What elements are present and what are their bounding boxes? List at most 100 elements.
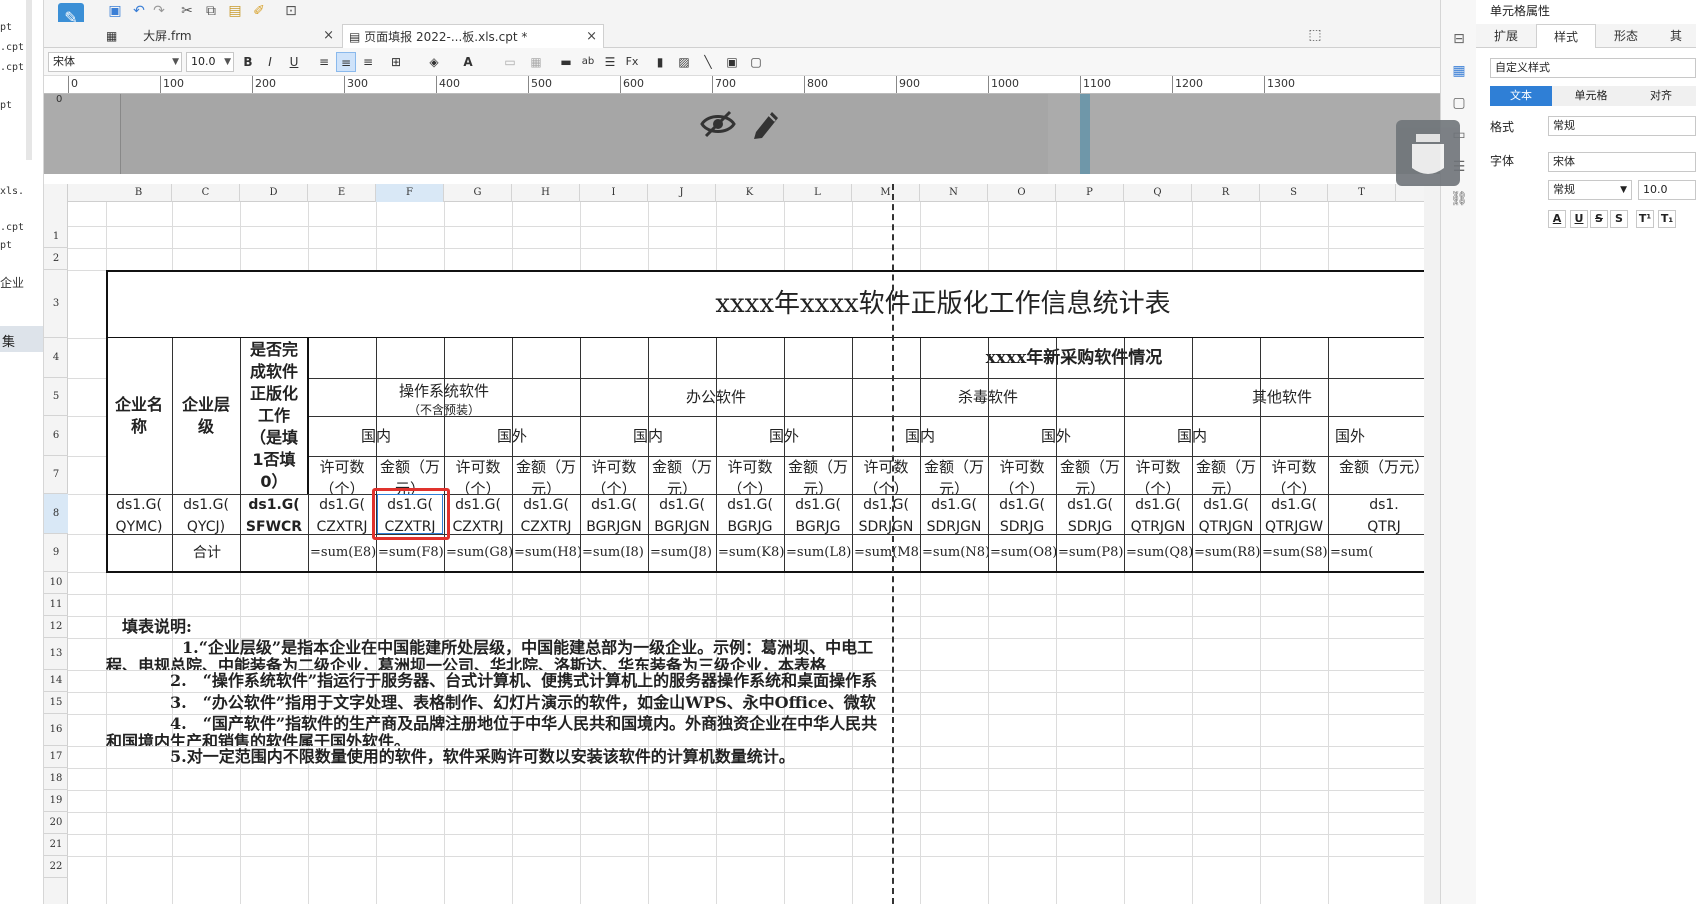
superscript-button[interactable]: T¹ <box>1636 210 1654 228</box>
file-tree-scrollbar[interactable] <box>26 0 32 160</box>
total-cell-K9[interactable]: =sum(K8) <box>716 534 784 572</box>
total-label[interactable]: 合计 <box>106 534 308 572</box>
column-header-K[interactable]: K <box>716 184 784 202</box>
row-header-10[interactable]: 10 <box>44 572 68 594</box>
tab-other[interactable]: 其 <box>1656 24 1696 48</box>
row-header-1[interactable]: 1 <box>44 226 68 248</box>
close-icon[interactable]: × <box>586 25 597 49</box>
tab-expand[interactable]: 扩展 <box>1476 24 1536 48</box>
header-license-count[interactable]: 许可数（个） <box>444 456 512 494</box>
total-cell-E9[interactable]: =sum(E8) <box>308 534 376 572</box>
panel-section-tab[interactable]: 集 <box>0 326 43 352</box>
font-color-button[interactable]: A <box>1548 210 1566 228</box>
note-1[interactable]: 1.“企业层级”是指本企业在中国能建所处层级，中国能建总部为一级企业。示例：葛洲… <box>182 638 1062 658</box>
data-cell-J8[interactable]: ds1.G( BGRJGN <box>648 494 716 534</box>
underline-button[interactable]: U <box>284 52 304 72</box>
total-cell-L9[interactable]: =sum(L8) <box>784 534 852 572</box>
preview-icon[interactable]: ⊡ <box>282 2 300 20</box>
tab-style[interactable]: 样式 <box>1536 24 1596 48</box>
vertical-scrollbar[interactable] <box>1424 184 1440 904</box>
seg-cell[interactable]: 单元格 <box>1560 86 1622 106</box>
row-header-5[interactable]: 5 <box>44 378 68 416</box>
edit-pencil-icon[interactable] <box>750 106 782 140</box>
row-header-13[interactable]: 13 <box>44 638 68 670</box>
column-header-J[interactable]: J <box>648 184 716 202</box>
total-cell-G9[interactable]: =sum(G8) <box>444 534 512 572</box>
header-company-level[interactable]: 企业层级 <box>172 338 240 494</box>
note-1-cont[interactable]: 程、电规总院、中能装备为二级企业，葛洲坝一公司、华北院、洛斯达、华东装备为三级企… <box>106 656 1056 670</box>
font-size-select[interactable]: 10.0 ▼ <box>186 52 234 72</box>
header-license-count[interactable]: 许可数（个） <box>988 456 1056 494</box>
row-header-18[interactable]: 18 <box>44 768 68 790</box>
insert-row-icon[interactable]: ▬ <box>556 52 576 72</box>
header-amount[interactable]: 金额（万元） <box>1056 456 1124 494</box>
row-header-3[interactable]: 3 <box>44 270 68 338</box>
header-license-count[interactable]: 许可数（个） <box>1124 456 1192 494</box>
column-header-L[interactable]: L <box>784 184 852 202</box>
column-header-O[interactable]: O <box>988 184 1056 202</box>
header-genuine-done[interactable]: 是否完成软件正版化工作（是填1否填0） <box>240 338 308 494</box>
paste-icon[interactable]: ▤ <box>226 2 244 20</box>
tab-dashboard[interactable]: ▦ 大屏.frm × <box>100 24 340 48</box>
cell-element-icon[interactable]: ▢ <box>746 52 766 72</box>
row-header-14[interactable]: 14 <box>44 670 68 692</box>
underline-button[interactable]: U <box>1570 210 1588 228</box>
font-color-icon[interactable]: A <box>458 52 478 72</box>
file-tree-item[interactable]: .cpt <box>0 222 24 233</box>
data-cell-Q8[interactable]: ds1.G( QTRJGN <box>1124 494 1192 534</box>
row-header-7[interactable]: 7 <box>44 456 68 494</box>
column-header-B[interactable]: B <box>106 184 172 202</box>
row-header-11[interactable]: 11 <box>44 594 68 616</box>
chart-icon[interactable]: ▮ <box>650 52 670 72</box>
file-tree-item[interactable]: pt <box>0 22 12 33</box>
total-cell-R9[interactable]: =sum(R8) <box>1192 534 1260 572</box>
close-icon[interactable]: × <box>323 24 334 48</box>
page-boundary-marker[interactable] <box>1080 94 1090 174</box>
note-5[interactable]: 5.对一定范围内不限数量使用的软件，软件采购许可数以安装该软件的计算机数量统计。 <box>170 746 1060 768</box>
header-amount[interactable]: 金额（万元） <box>512 456 580 494</box>
data-cell-C8[interactable]: ds1.G( QYCJ) <box>172 494 240 534</box>
header-company-name[interactable]: 企业名称 <box>106 338 172 494</box>
align-center-button[interactable]: ≡ <box>336 52 356 72</box>
save-icon[interactable]: ▣ <box>106 2 124 20</box>
seg-align[interactable]: 对齐 <box>1630 86 1692 106</box>
file-tree-item[interactable]: .cpt <box>0 62 24 73</box>
header-license-count[interactable]: 许可数（个） <box>308 456 376 494</box>
data-cell-D8[interactable]: ds1.G( SFWCR <box>240 494 308 534</box>
hide-eye-icon[interactable] <box>700 106 736 142</box>
total-cell-N9[interactable]: =sum(N8) <box>920 534 988 572</box>
row-header-12[interactable]: 12 <box>44 616 68 638</box>
merge-cells-icon[interactable]: ▭ <box>500 52 520 72</box>
formula-icon[interactable]: Fx <box>622 52 642 72</box>
row-header-2[interactable]: 2 <box>44 248 68 270</box>
column-header-I[interactable]: I <box>580 184 648 202</box>
note-2[interactable]: 2. “操作系统软件”指运行于服务器、台式计算机、便携式计算机上的服务器操作系统… <box>170 670 1060 692</box>
header-license-count[interactable]: 许可数（个） <box>716 456 784 494</box>
text-widget-icon[interactable]: ab <box>578 52 598 72</box>
fill-color-icon[interactable]: ◈ <box>424 52 444 72</box>
data-cell-G8[interactable]: ds1.G( CZXTRJ <box>444 494 512 534</box>
column-header-P[interactable]: P <box>1056 184 1124 202</box>
column-header-C[interactable]: C <box>172 184 240 202</box>
row-header-21[interactable]: 21 <box>44 834 68 856</box>
report-title[interactable]: xxxx年xxxx软件正版化工作信息统计表 <box>106 270 1440 338</box>
font-size-field[interactable]: 10.0 <box>1638 180 1696 200</box>
header-new-purchase[interactable]: xxxx年新采购软件情况 <box>308 338 1440 378</box>
column-header-G[interactable]: G <box>444 184 512 202</box>
rich-text-icon[interactable]: ☰ <box>600 52 620 72</box>
column-header-T[interactable]: T <box>1328 184 1396 202</box>
column-header-F[interactable]: F <box>376 184 444 202</box>
notes-title[interactable]: 填表说明: <box>122 616 322 638</box>
subreport-icon[interactable]: ▣ <box>722 52 742 72</box>
image-icon[interactable]: ▨ <box>674 52 694 72</box>
subscript-button[interactable]: T₁ <box>1658 210 1676 228</box>
column-header-D[interactable]: D <box>240 184 308 202</box>
row-header-20[interactable]: 20 <box>44 812 68 834</box>
slash-icon[interactable]: ╲ <box>698 52 718 72</box>
header-foreign[interactable]: 国外 <box>1260 416 1440 456</box>
page-header-region[interactable]: 0 <box>44 94 1440 174</box>
note-3[interactable]: 3. “办公软件”指用于文字处理、表格制作、幻灯片演示的软件，如金山WPS、永中… <box>170 692 1060 714</box>
layout-icon[interactable]: ⊟ <box>1450 30 1468 48</box>
italic-button[interactable]: I <box>260 52 280 72</box>
style-select[interactable]: 自定义样式 <box>1490 58 1696 78</box>
